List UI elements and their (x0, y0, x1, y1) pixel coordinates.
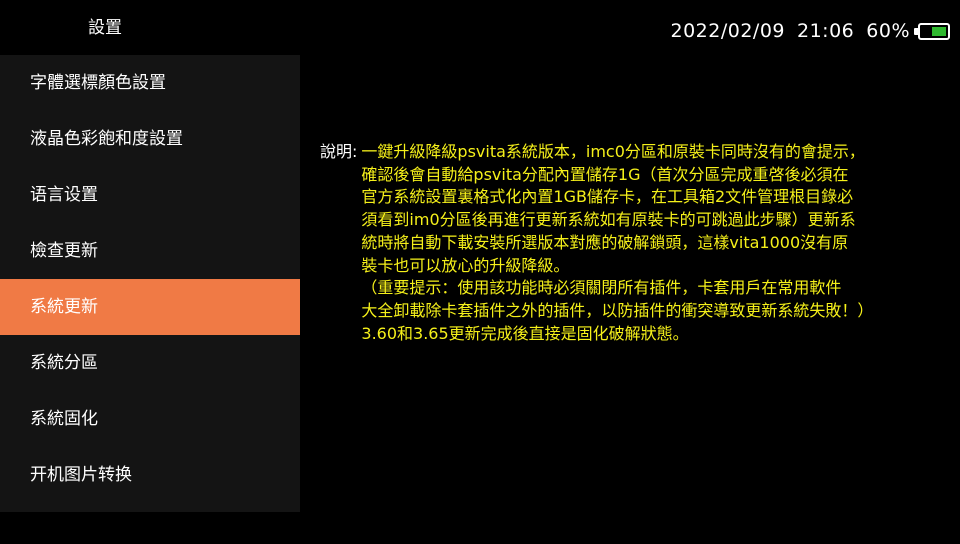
menu-item-label: 系統固化 (30, 409, 98, 429)
description-line: 裝卡也可以放心的升級降級。 (361, 255, 570, 275)
description-line: 一鍵升級降級psvita系統版本，imc0分區和原裝卡同時沒有的會提示， (361, 142, 865, 161)
description-line: 大全卸載除卡套插件之外的插件，以防插件的衝突導致更新系統失敗！） (361, 300, 874, 320)
menu-item-system-solidify[interactable]: 系統固化 (0, 391, 300, 447)
description-line: 官方系統設置裏格式化內置1GB儲存卡，在工具箱2文件管理根目錄必 (361, 187, 854, 207)
battery-percent: 60% (866, 20, 910, 42)
menu-item-label: 液晶色彩飽和度設置 (30, 129, 183, 149)
menu-item-check-update[interactable]: 檢查更新 (0, 223, 300, 279)
description-panel: 說明: 一鍵升級降級psvita系統版本，imc0分區和原裝卡同時沒有的會提示，… (320, 141, 950, 345)
menu-item-label: 字體選標顏色設置 (30, 73, 166, 93)
menu-item-label: 系統更新 (30, 297, 98, 317)
description-label: 說明: (320, 142, 358, 161)
description-line: 須看到im0分區後再進行更新系統如有原裝卡的可跳過此步驟）更新系 (361, 210, 856, 230)
menu-item-label: 系統分區 (30, 353, 98, 373)
status-time: 21:06 (797, 20, 855, 42)
menu-item-label: 语言设置 (30, 185, 98, 205)
description-line: 統時將自動下載安裝所選版本對應的破解鎖頭，這樣vita1000沒有原 (361, 232, 849, 252)
settings-menu: 字體選標顏色設置 液晶色彩飽和度設置 语言设置 檢查更新 系統更新 系統分區 系… (0, 55, 300, 512)
menu-item-system-partition[interactable]: 系統分區 (0, 335, 300, 391)
menu-item-boot-image-convert[interactable]: 开机图片转换 (0, 447, 300, 503)
description-line: 確認後會自動給psvita分配內置儲存1G（首次分區完成重啓後必須在 (361, 164, 849, 184)
menu-item-label: 檢查更新 (30, 241, 98, 261)
description-text: 一鍵升級降級psvita系統版本，imc0分區和原裝卡同時沒有的會提示， 確認後… (361, 141, 950, 345)
description-line: （重要提示：使用該功能時必須關閉所有插件，卡套用戶在常用軟件 (361, 278, 842, 298)
battery-icon (914, 22, 950, 40)
menu-item-label: 开机图片转换 (30, 465, 132, 485)
battery-level-fill (932, 26, 946, 36)
status-date: 2022/02/09 (670, 20, 785, 42)
page-title: 設置 (88, 18, 122, 38)
status-bar: 2022/02/09 21:06 60% (670, 0, 950, 62)
menu-item-language[interactable]: 语言设置 (0, 167, 300, 223)
menu-item-lcd-saturation[interactable]: 液晶色彩飽和度設置 (0, 111, 300, 167)
settings-screen: 設置 2022/02/09 21:06 60% 字體選標顏色設置 液晶色彩飽和度… (0, 0, 960, 544)
menu-item-system-update[interactable]: 系統更新 (0, 279, 300, 335)
menu-item-font-highlight-color[interactable]: 字體選標顏色設置 (0, 55, 300, 111)
description-line: 3.60和3.65更新完成後直接是固化破解狀態。 (361, 323, 689, 343)
